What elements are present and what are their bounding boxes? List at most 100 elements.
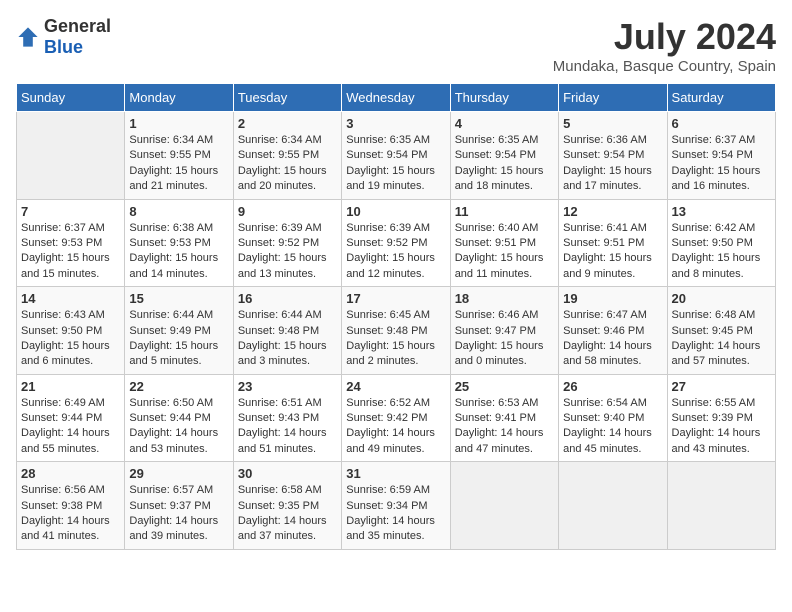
calendar-cell	[559, 462, 667, 550]
calendar-cell	[17, 112, 125, 200]
calendar-cell: 7 Sunrise: 6:37 AM Sunset: 9:53 PM Daylig…	[17, 199, 125, 287]
day-header-wednesday: Wednesday	[342, 84, 450, 112]
day-number: 7	[21, 204, 120, 219]
calendar-cell: 26Sunrise: 6:54 AM Sunset: 9:40 PM Dayli…	[559, 374, 667, 462]
day-number: 17	[346, 291, 445, 306]
subtitle: Mundaka, Basque Country, Spain	[553, 58, 776, 75]
day-info: Sunrise: 6:39 AM Sunset: 9:52 PM Dayligh…	[346, 221, 445, 283]
day-info: Sunrise: 6:50 AM Sunset: 9:44 PM Dayligh…	[129, 396, 228, 458]
main-title: July 2024	[553, 16, 776, 58]
calendar-cell: 27 Sunrise: 6:55 AM Sunset: 9:39 PM Dayli…	[667, 374, 775, 462]
day-number: 16	[238, 291, 337, 306]
day-info: Sunrise: 6:56 AM Sunset: 9:38 PM Dayligh…	[21, 483, 120, 545]
calendar-cell: 31 Sunrise: 6:59 AM Sunset: 9:34 PM Dayli…	[342, 462, 450, 550]
day-number: 11	[455, 204, 554, 219]
calendar-cell: 20Sunrise: 6:48 AM Sunset: 9:45 PM Dayli…	[667, 287, 775, 375]
day-info: Sunrise: 6:37 AM Sunset: 9:53 PM Dayligh…	[21, 221, 120, 283]
calendar-cell: 14 Sunrise: 6:43 AM Sunset: 9:50 PM Dayli…	[17, 287, 125, 375]
day-info: Sunrise: 6:40 AM Sunset: 9:51 PM Dayligh…	[455, 221, 554, 283]
day-info: Sunrise: 6:45 AM Sunset: 9:48 PM Dayligh…	[346, 308, 445, 370]
day-number: 27	[672, 379, 771, 394]
calendar-cell: 3 Sunrise: 6:35 AM Sunset: 9:54 PM Daylig…	[342, 112, 450, 200]
page-header: General Blue July 2024 Mundaka, Basque C…	[16, 16, 776, 75]
day-number: 10	[346, 204, 445, 219]
day-number: 6	[672, 116, 771, 131]
calendar-cell: 12 Sunrise: 6:41 AM Sunset: 9:51 PM Dayli…	[559, 199, 667, 287]
title-area: July 2024 Mundaka, Basque Country, Spain	[553, 16, 776, 75]
day-info: Sunrise: 6:41 AM Sunset: 9:51 PM Dayligh…	[563, 221, 662, 283]
calendar-cell: 4 Sunrise: 6:35 AM Sunset: 9:54 PM Daylig…	[450, 112, 558, 200]
calendar-cell: 25Sunrise: 6:53 AM Sunset: 9:41 PM Dayli…	[450, 374, 558, 462]
calendar-cell: 22 Sunrise: 6:50 AM Sunset: 9:44 PM Dayli…	[125, 374, 233, 462]
day-number: 13	[672, 204, 771, 219]
calendar-cell: 18Sunrise: 6:46 AM Sunset: 9:47 PM Dayli…	[450, 287, 558, 375]
day-header-friday: Friday	[559, 84, 667, 112]
calendar-cell: 21Sunrise: 6:49 AM Sunset: 9:44 PM Dayli…	[17, 374, 125, 462]
day-number: 25	[455, 379, 554, 394]
calendar-cell	[450, 462, 558, 550]
calendar-cell: 30Sunrise: 6:58 AM Sunset: 9:35 PM Dayli…	[233, 462, 341, 550]
day-info: Sunrise: 6:51 AM Sunset: 9:43 PM Dayligh…	[238, 396, 337, 458]
day-info: Sunrise: 6:38 AM Sunset: 9:53 PM Dayligh…	[129, 221, 228, 283]
calendar-cell: 16 Sunrise: 6:44 AM Sunset: 9:48 PM Dayli…	[233, 287, 341, 375]
day-number: 22	[129, 379, 228, 394]
calendar-week-row: 28 Sunrise: 6:56 AM Sunset: 9:38 PM Dayli…	[17, 462, 776, 550]
day-info: Sunrise: 6:36 AM Sunset: 9:54 PM Dayligh…	[563, 133, 662, 195]
day-info: Sunrise: 6:37 AM Sunset: 9:54 PM Dayligh…	[672, 133, 771, 195]
day-number: 20	[672, 291, 771, 306]
calendar-cell: 1Sunrise: 6:34 AM Sunset: 9:55 PM Daylig…	[125, 112, 233, 200]
day-number: 28	[21, 466, 120, 481]
day-info: Sunrise: 6:42 AM Sunset: 9:50 PM Dayligh…	[672, 221, 771, 283]
day-number: 14	[21, 291, 120, 306]
day-info: Sunrise: 6:35 AM Sunset: 9:54 PM Dayligh…	[455, 133, 554, 195]
day-header-monday: Monday	[125, 84, 233, 112]
calendar-cell: 19Sunrise: 6:47 AM Sunset: 9:46 PM Dayli…	[559, 287, 667, 375]
calendar-cell	[667, 462, 775, 550]
calendar-cell: 15Sunrise: 6:44 AM Sunset: 9:49 PM Dayli…	[125, 287, 233, 375]
logo-text-blue: Blue	[44, 37, 83, 57]
calendar-cell: 13 Sunrise: 6:42 AM Sunset: 9:50 PM Dayli…	[667, 199, 775, 287]
day-info: Sunrise: 6:52 AM Sunset: 9:42 PM Dayligh…	[346, 396, 445, 458]
calendar-week-row: 7 Sunrise: 6:37 AM Sunset: 9:53 PM Daylig…	[17, 199, 776, 287]
day-info: Sunrise: 6:39 AM Sunset: 9:52 PM Dayligh…	[238, 221, 337, 283]
logo: General Blue	[16, 16, 111, 58]
day-number: 19	[563, 291, 662, 306]
day-number: 5	[563, 116, 662, 131]
day-header-thursday: Thursday	[450, 84, 558, 112]
day-number: 9	[238, 204, 337, 219]
day-number: 1	[129, 116, 228, 131]
calendar-cell: 6 Sunrise: 6:37 AM Sunset: 9:54 PM Daylig…	[667, 112, 775, 200]
day-number: 12	[563, 204, 662, 219]
calendar-cell: 8Sunrise: 6:38 AM Sunset: 9:53 PM Daylig…	[125, 199, 233, 287]
day-number: 3	[346, 116, 445, 131]
calendar-cell: 23 Sunrise: 6:51 AM Sunset: 9:43 PM Dayli…	[233, 374, 341, 462]
day-number: 23	[238, 379, 337, 394]
day-info: Sunrise: 6:55 AM Sunset: 9:39 PM Dayligh…	[672, 396, 771, 458]
day-info: Sunrise: 6:43 AM Sunset: 9:50 PM Dayligh…	[21, 308, 120, 370]
day-number: 15	[129, 291, 228, 306]
calendar-cell: 10 Sunrise: 6:39 AM Sunset: 9:52 PM Dayli…	[342, 199, 450, 287]
day-info: Sunrise: 6:34 AM Sunset: 9:55 PM Dayligh…	[238, 133, 337, 195]
day-number: 18	[455, 291, 554, 306]
day-number: 30	[238, 466, 337, 481]
day-number: 26	[563, 379, 662, 394]
day-info: Sunrise: 6:35 AM Sunset: 9:54 PM Dayligh…	[346, 133, 445, 195]
day-number: 31	[346, 466, 445, 481]
calendar-table: SundayMondayTuesdayWednesdayThursdayFrid…	[16, 83, 776, 550]
day-info: Sunrise: 6:57 AM Sunset: 9:37 PM Dayligh…	[129, 483, 228, 545]
day-info: Sunrise: 6:49 AM Sunset: 9:44 PM Dayligh…	[21, 396, 120, 458]
day-header-sunday: Sunday	[17, 84, 125, 112]
calendar-week-row: 14 Sunrise: 6:43 AM Sunset: 9:50 PM Dayli…	[17, 287, 776, 375]
calendar-cell: 17 Sunrise: 6:45 AM Sunset: 9:48 PM Dayli…	[342, 287, 450, 375]
day-header-saturday: Saturday	[667, 84, 775, 112]
calendar-cell: 28 Sunrise: 6:56 AM Sunset: 9:38 PM Dayli…	[17, 462, 125, 550]
day-number: 4	[455, 116, 554, 131]
calendar-week-row: 1 Sunrise: 6:34 AM Sunset: 9:55 PM Daylig…	[17, 112, 776, 200]
day-info: Sunrise: 6:44 AM Sunset: 9:48 PM Dayligh…	[238, 308, 337, 370]
calendar-week-row: 21Sunrise: 6:49 AM Sunset: 9:44 PM Dayli…	[17, 374, 776, 462]
day-number: 2	[238, 116, 337, 131]
logo-icon	[16, 25, 40, 49]
calendar-cell: 2 Sunrise: 6:34 AM Sunset: 9:55 PM Daylig…	[233, 112, 341, 200]
day-info: Sunrise: 6:59 AM Sunset: 9:34 PM Dayligh…	[346, 483, 445, 545]
calendar-cell: 5 Sunrise: 6:36 AM Sunset: 9:54 PM Daylig…	[559, 112, 667, 200]
